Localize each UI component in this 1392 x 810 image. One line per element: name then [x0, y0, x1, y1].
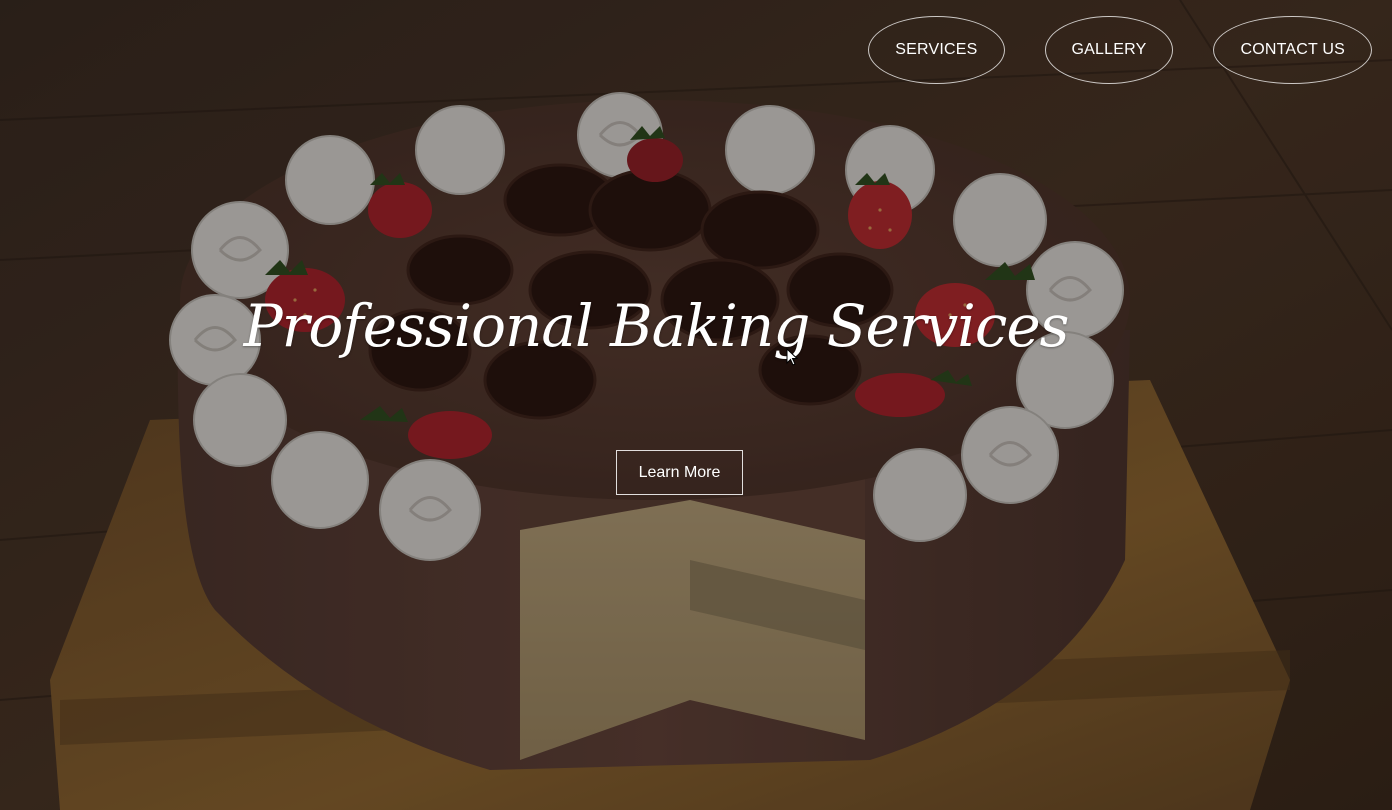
- nav-gallery-link[interactable]: GALLERY: [1044, 16, 1174, 84]
- top-navigation: SERVICES GALLERY CONTACT US: [868, 16, 1372, 84]
- nav-services-link[interactable]: SERVICES: [868, 16, 1005, 84]
- mouse-cursor-icon: [786, 348, 798, 366]
- nav-contact-link[interactable]: CONTACT US: [1213, 16, 1372, 84]
- hero-section: SERVICES GALLERY CONTACT US Professional…: [0, 0, 1392, 810]
- hero-background-image: [0, 0, 1392, 810]
- learn-more-button[interactable]: Learn More: [616, 450, 743, 495]
- hero-title: Professional Baking Services: [243, 292, 1070, 360]
